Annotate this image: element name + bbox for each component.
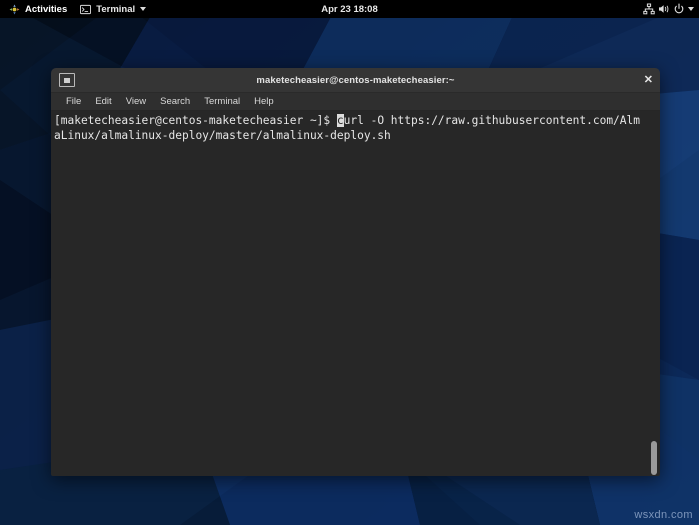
- clock-label: Apr 23 18:08: [321, 3, 378, 15]
- activities-button[interactable]: Activities: [2, 0, 73, 18]
- close-icon[interactable]: ✕: [644, 68, 653, 92]
- menu-item-view[interactable]: View: [119, 93, 153, 110]
- watermark: wsxdn.com: [634, 509, 693, 521]
- terminal-menu-bar: File Edit View Search Terminal Help: [51, 93, 660, 111]
- distro-logo-icon: [8, 3, 21, 16]
- chevron-down-icon[interactable]: [688, 7, 694, 11]
- system-status-area[interactable]: [642, 0, 697, 18]
- chevron-down-icon: [140, 7, 147, 11]
- top-bar-left-group: Activities Terminal: [0, 0, 152, 18]
- activities-label: Activities: [25, 3, 68, 15]
- clock-button[interactable]: Apr 23 18:08: [315, 0, 384, 18]
- volume-icon: [657, 3, 670, 16]
- menu-item-search[interactable]: Search: [153, 93, 197, 110]
- network-wired-icon: [642, 3, 655, 16]
- terminal-icon: [59, 73, 75, 87]
- desktop-screen: Activities Terminal Apr 23 18:08 maketec…: [0, 0, 699, 525]
- menu-item-file[interactable]: File: [59, 93, 88, 110]
- power-icon: [672, 3, 685, 16]
- terminal-window: maketecheasier@centos-maketecheasier:~ ✕…: [51, 68, 660, 476]
- window-title: maketecheasier@centos-maketecheasier:~: [256, 74, 455, 86]
- shell-prompt: [maketecheasier@centos-maketecheasier ~]…: [54, 114, 337, 127]
- terminal-output-area[interactable]: [maketecheasier@centos-maketecheasier ~]…: [51, 111, 660, 476]
- app-menu-button[interactable]: Terminal: [73, 0, 152, 18]
- menu-item-help[interactable]: Help: [247, 93, 281, 110]
- text-cursor: c: [336, 114, 344, 127]
- terminal-text: [maketecheasier@centos-maketecheasier ~]…: [54, 113, 646, 143]
- menu-item-terminal[interactable]: Terminal: [197, 93, 247, 110]
- gnome-top-bar: Activities Terminal Apr 23 18:08: [0, 0, 699, 18]
- terminal-scrollbar[interactable]: [650, 111, 658, 476]
- terminal-title-bar[interactable]: maketecheasier@centos-maketecheasier:~ ✕: [51, 68, 660, 93]
- menu-item-edit[interactable]: Edit: [88, 93, 118, 110]
- terminal-icon: [79, 3, 92, 16]
- terminal-scrollbar-thumb[interactable]: [651, 441, 657, 475]
- app-menu-label: Terminal: [96, 3, 136, 15]
